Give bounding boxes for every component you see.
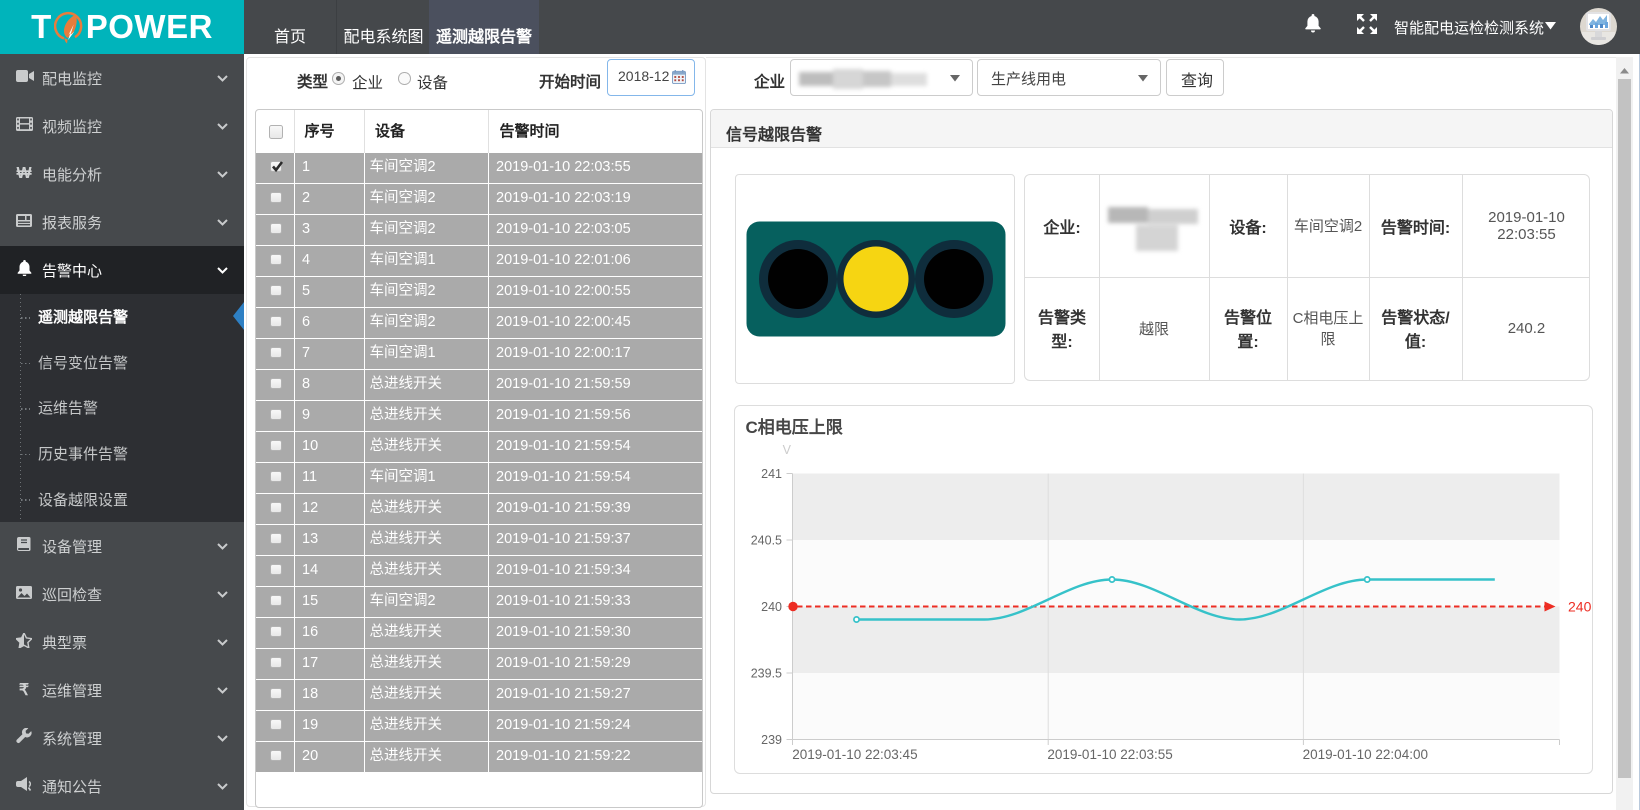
svg-text:240.5: 240.5 [750,534,781,548]
svg-text:V: V [782,443,791,457]
svg-text:2019-01-10 22:03:45: 2019-01-10 22:03:45 [792,747,917,762]
svg-text:240: 240 [761,600,782,614]
svg-text:2019-01-10 22:03:55: 2019-01-10 22:03:55 [1047,747,1172,762]
svg-text:2019-01-10 22:04:00: 2019-01-10 22:04:00 [1302,747,1427,762]
svg-text:239.5: 239.5 [750,667,781,681]
svg-text:240: 240 [1568,599,1592,615]
svg-text:239: 239 [761,733,782,747]
svg-text:241: 241 [761,467,782,481]
